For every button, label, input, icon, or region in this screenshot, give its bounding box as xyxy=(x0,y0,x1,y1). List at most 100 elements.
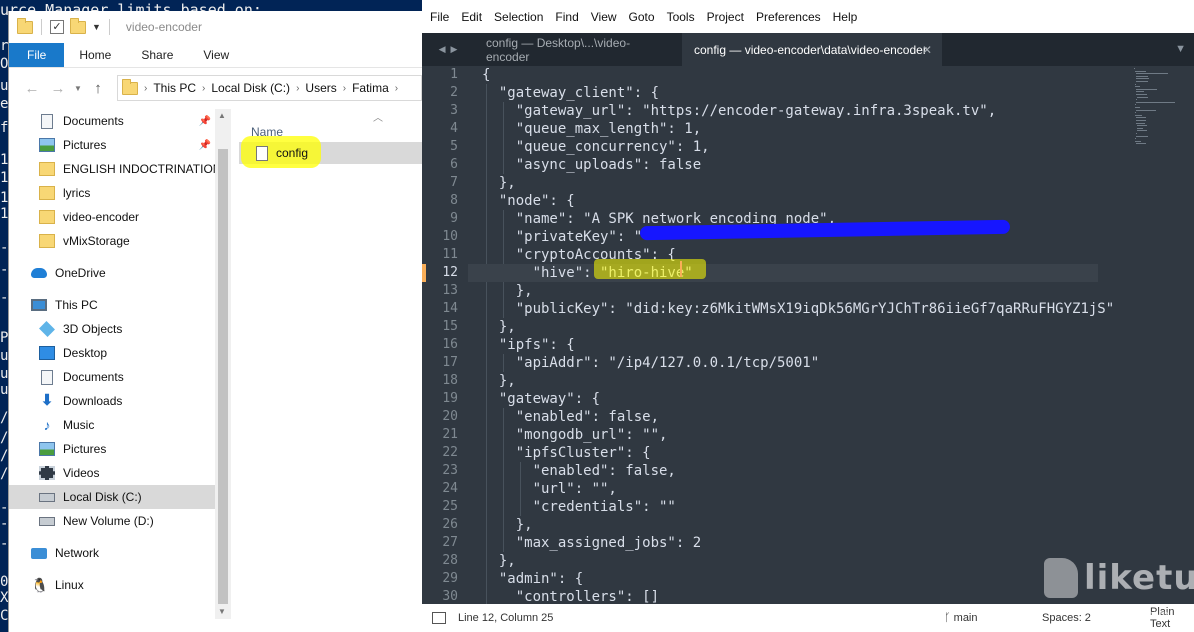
line-number: 16 xyxy=(442,337,458,352)
nav-item-documents-pc[interactable]: Documents xyxy=(9,365,215,389)
nav-item-label: ENGLISH INDOCTRINATION V xyxy=(63,162,215,176)
breadcrumb-local-disk[interactable]: Local Disk (C:) xyxy=(211,81,290,95)
pin-icon[interactable]: 📌 xyxy=(199,116,211,127)
nav-item-documents[interactable]: Documents 📌 xyxy=(9,109,215,133)
code-line: }, xyxy=(482,373,516,389)
nav-item-label: lyrics xyxy=(63,186,91,200)
minimap-line xyxy=(1135,70,1146,72)
menu-edit[interactable]: Edit xyxy=(455,10,488,24)
navigation-scrollbar[interactable]: ▲ ▼ xyxy=(215,109,231,619)
line-number: 19 xyxy=(442,391,458,406)
nav-item-videos[interactable]: Videos xyxy=(9,461,215,485)
nav-item-label: This PC xyxy=(55,298,98,312)
properties-icon[interactable]: ✓ xyxy=(50,20,64,34)
nav-item-downloads[interactable]: ⬇ Downloads xyxy=(9,389,215,413)
nav-item-label: 3D Objects xyxy=(63,322,123,336)
menu-project[interactable]: Project xyxy=(701,10,750,24)
line-number: 10 xyxy=(442,229,458,244)
code-editor[interactable]: 1 2 3 4 5 6 7 8 9 10 11 12 13 14 15 16 17 18 19 20 21 22 23 24 2… xyxy=(422,66,1194,606)
nav-item-onedrive[interactable]: OneDrive xyxy=(9,261,215,285)
breadcrumb-fatima[interactable]: Fatima xyxy=(352,81,389,95)
nav-item-lyrics[interactable]: lyrics xyxy=(9,181,215,205)
nav-item-desktop[interactable]: Desktop xyxy=(9,341,215,365)
code-line: "url": "", xyxy=(482,481,617,497)
line-number: 26 xyxy=(442,517,458,532)
menu-view[interactable]: View xyxy=(585,10,623,24)
tab-config-desktop[interactable]: config — Desktop\...\video-encoder xyxy=(474,33,682,66)
ribbon-tab-home[interactable]: Home xyxy=(64,43,126,67)
indentation-setting[interactable]: Spaces: 2 xyxy=(1042,612,1091,624)
menu-find[interactable]: Find xyxy=(549,10,584,24)
sort-caret-icon: ︿ xyxy=(373,113,383,124)
forward-arrow-icon[interactable]: → xyxy=(45,80,71,97)
code-line: "enabled": false, xyxy=(482,409,660,425)
nav-item-label: Pictures xyxy=(63,138,107,152)
line-number: 24 xyxy=(442,481,458,496)
tab-prev-icon[interactable]: ◀ xyxy=(439,44,446,55)
nav-item-new-volume-d[interactable]: New Volume (D:) xyxy=(9,509,215,533)
menu-help[interactable]: Help xyxy=(827,10,864,24)
back-arrow-icon[interactable]: ← xyxy=(19,80,45,97)
minimap-line xyxy=(1136,73,1168,75)
tab-navigation: ◀ ▶ xyxy=(422,33,474,66)
minimap-line xyxy=(1136,99,1138,101)
panel-toggle-icon[interactable] xyxy=(432,612,446,624)
scroll-down-icon[interactable]: ▼ xyxy=(218,607,226,616)
minimap-line xyxy=(1136,75,1149,77)
nav-item-video-encoder[interactable]: video-encoder xyxy=(9,205,215,229)
watermark: liketu xyxy=(1044,558,1194,598)
ribbon-tab-file[interactable]: File xyxy=(9,43,65,67)
nav-item-pictures-pc[interactable]: Pictures xyxy=(9,437,215,461)
minimap-line xyxy=(1136,101,1176,103)
code-line: { xyxy=(482,67,491,83)
pictures-icon xyxy=(39,138,55,152)
titlebar-separator xyxy=(108,19,110,35)
nav-item-label: video-encoder xyxy=(63,210,140,224)
ribbon-tab-share[interactable]: Share xyxy=(126,43,188,67)
minimap-line xyxy=(1135,104,1137,106)
nav-item-local-disk-c[interactable]: Local Disk (C:) xyxy=(9,485,215,509)
line-number: 27 xyxy=(442,535,458,550)
menu-preferences[interactable]: Preferences xyxy=(750,10,827,24)
nav-item-label: OneDrive xyxy=(55,266,106,280)
pin-icon[interactable]: 📌 xyxy=(199,140,211,151)
nav-item-vmixstorage[interactable]: vMixStorage xyxy=(9,229,215,253)
file-row-config[interactable]: config xyxy=(239,136,422,168)
address-bar[interactable]: › This PC › Local Disk (C:) › Users › Fa… xyxy=(117,75,422,101)
line-number: 4 xyxy=(450,121,458,136)
scroll-up-icon[interactable]: ▲ xyxy=(218,111,226,120)
nav-item-linux[interactable]: 🐧 Linux xyxy=(9,573,215,597)
code-line: "mongodb_url": "", xyxy=(482,427,668,443)
new-folder-icon[interactable] xyxy=(70,17,86,34)
file-name: config xyxy=(276,146,309,160)
up-arrow-icon[interactable]: ↑ xyxy=(85,80,111,97)
tab-next-icon[interactable]: ▶ xyxy=(451,44,458,55)
videos-icon xyxy=(39,466,55,480)
close-tab-icon[interactable]: ✕ xyxy=(922,43,932,57)
desktop-icon xyxy=(39,346,55,360)
tab-config-video-encoder[interactable]: config — video-encoder\data\video-encode… xyxy=(682,33,942,66)
menu-file[interactable]: File xyxy=(424,10,455,24)
nav-item-3d-objects[interactable]: 3D Objects xyxy=(9,317,215,341)
git-branch[interactable]: ᚴ main xyxy=(944,612,978,624)
customize-quick-access-icon[interactable]: ▼ xyxy=(92,22,101,32)
menu-selection[interactable]: Selection xyxy=(488,10,549,24)
scrollbar-thumb[interactable] xyxy=(218,149,228,604)
menu-tools[interactable]: Tools xyxy=(661,10,701,24)
computer-icon xyxy=(31,299,47,311)
nav-item-this-pc[interactable]: This PC xyxy=(9,293,215,317)
minimap-line xyxy=(1136,91,1145,93)
tab-dropdown-icon[interactable]: ▼ xyxy=(1175,43,1186,55)
nav-item-english-indoctrination[interactable]: ENGLISH INDOCTRINATION V xyxy=(9,157,215,181)
nav-item-music[interactable]: ♪ Music xyxy=(9,413,215,437)
breadcrumb-this-pc[interactable]: This PC xyxy=(153,81,196,95)
line-number: 1 xyxy=(450,67,458,82)
nav-item-network[interactable]: Network xyxy=(9,541,215,565)
nav-item-pictures[interactable]: Pictures 📌 xyxy=(9,133,215,157)
menu-goto[interactable]: Goto xyxy=(623,10,661,24)
minimap[interactable] xyxy=(1134,66,1194,604)
recent-locations-icon[interactable]: ▼ xyxy=(71,84,85,93)
breadcrumb-users[interactable]: Users xyxy=(305,81,336,95)
minimap-line xyxy=(1136,78,1149,80)
ribbon-tab-view[interactable]: View xyxy=(188,43,244,67)
